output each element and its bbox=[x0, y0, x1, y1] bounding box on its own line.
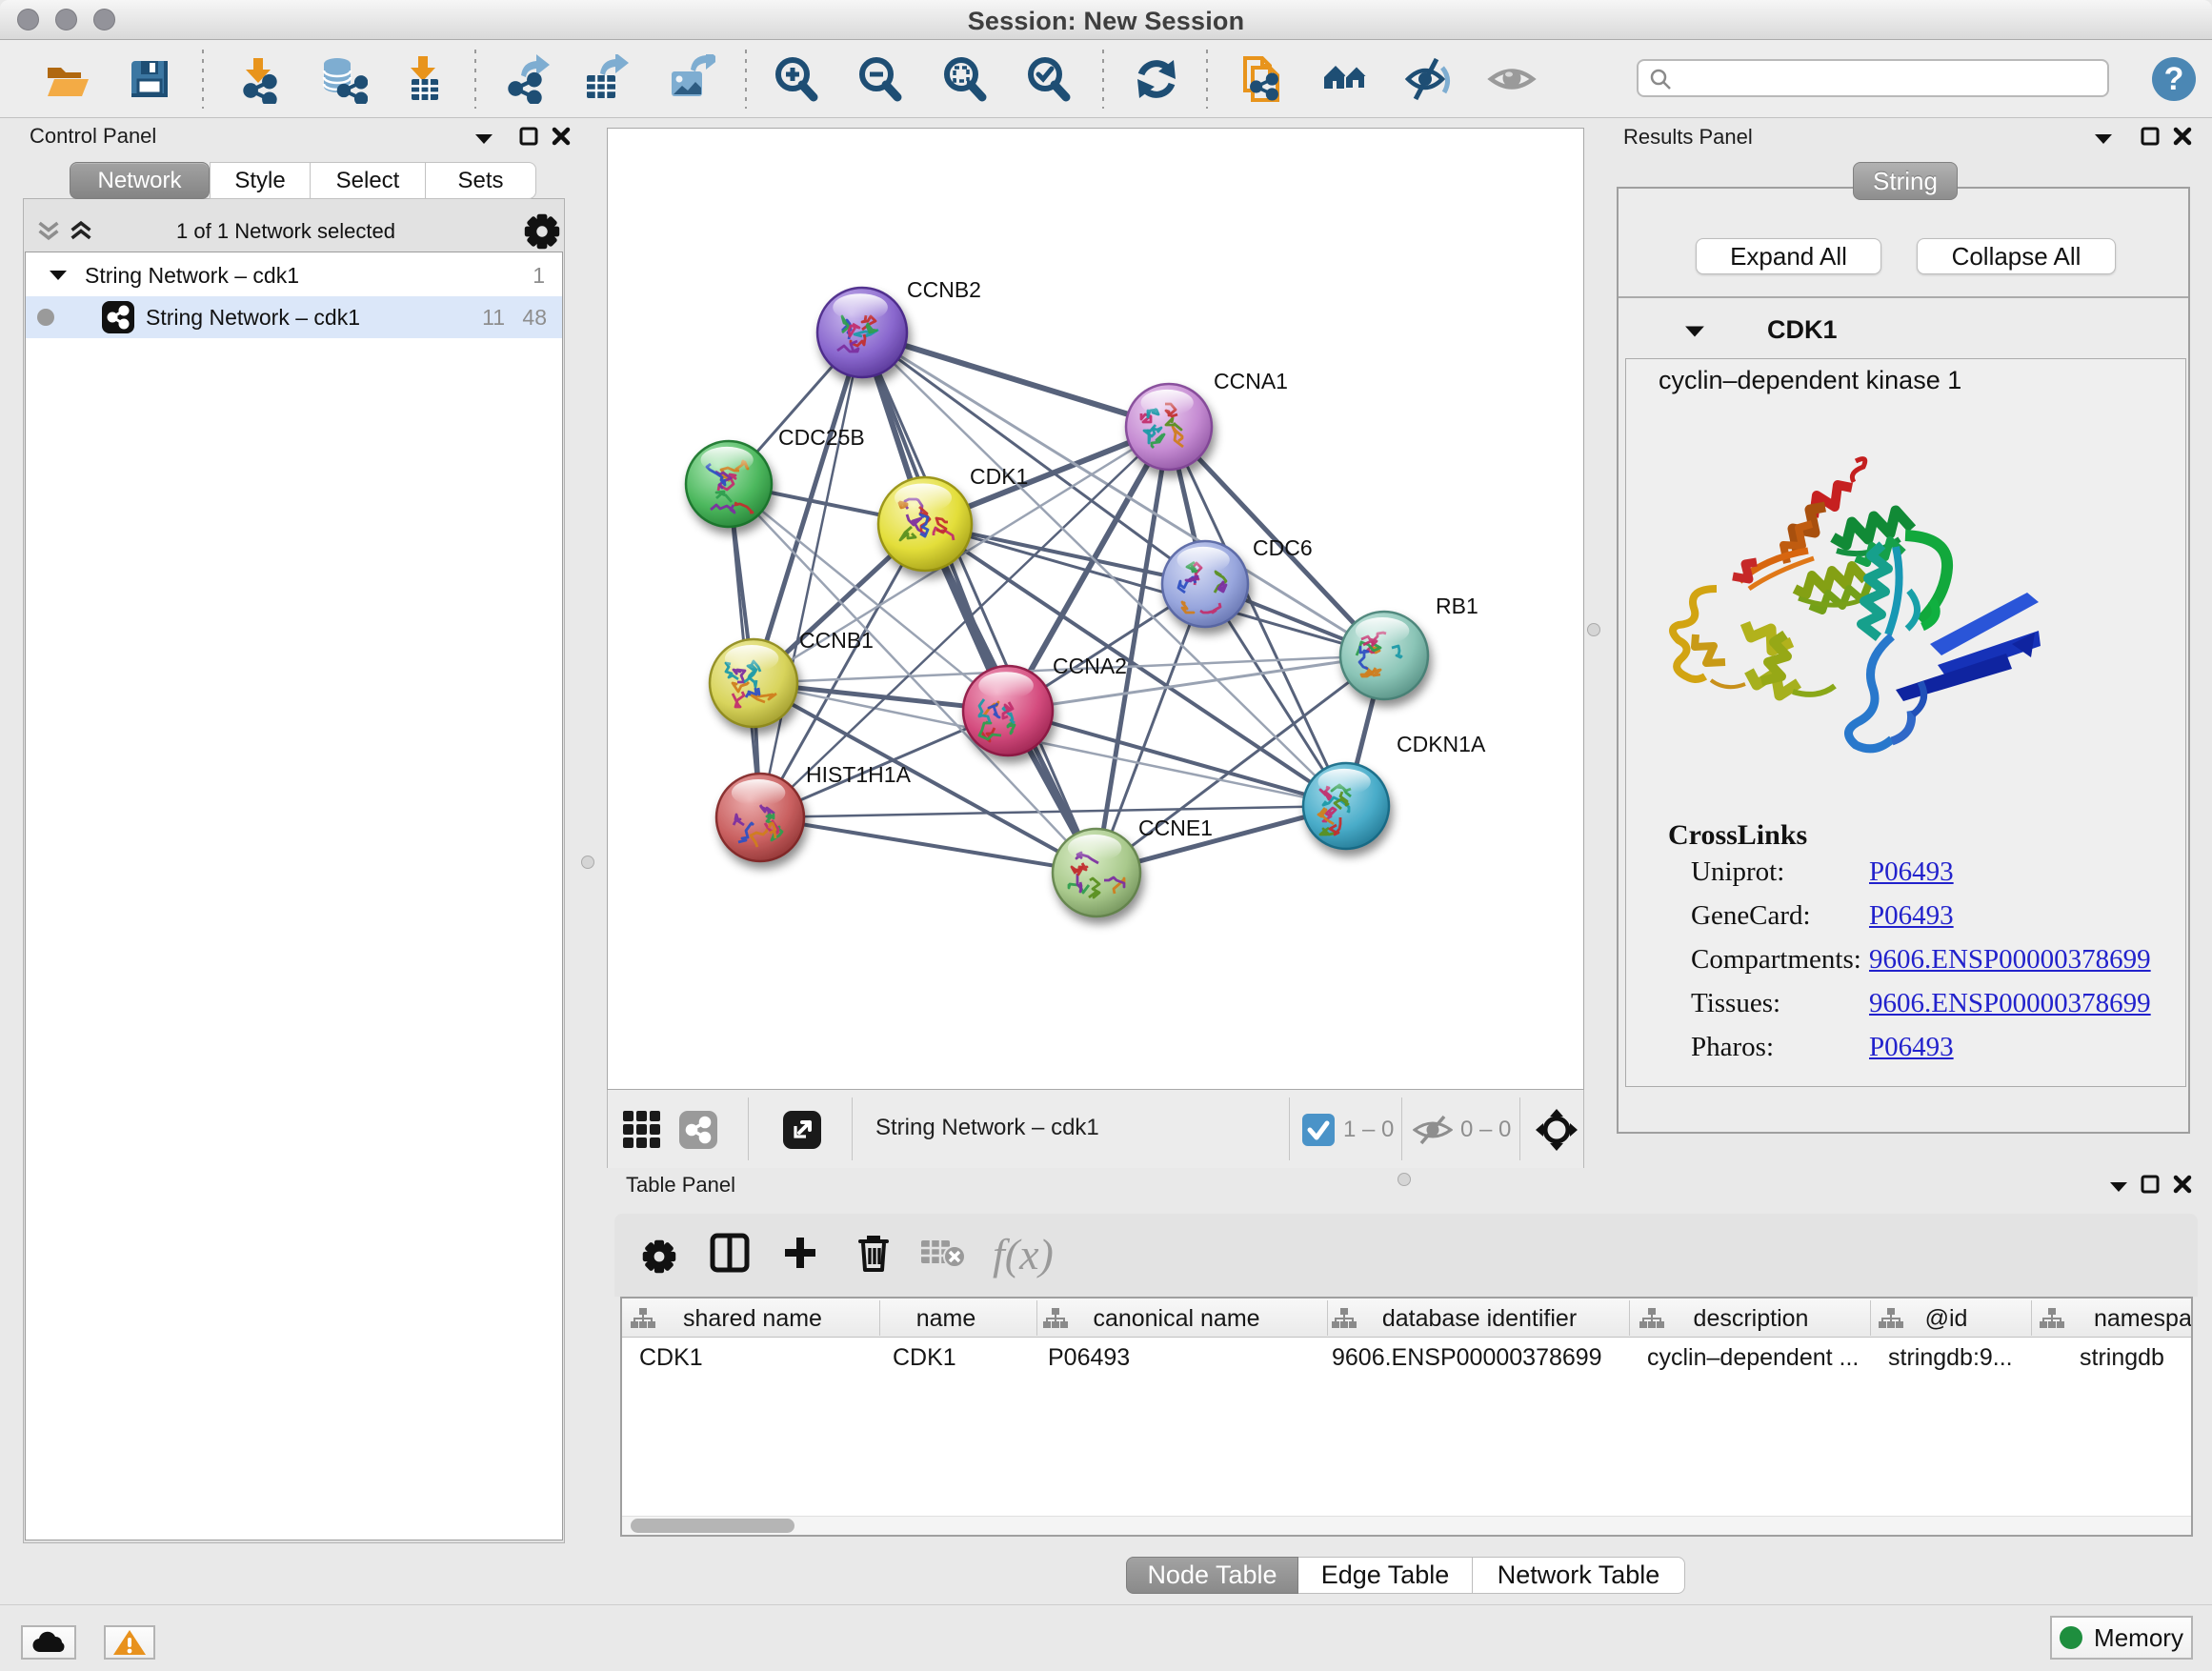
svg-text:RB1: RB1 bbox=[1436, 594, 1478, 618]
svg-text:CDK1: CDK1 bbox=[970, 464, 1028, 489]
svg-text:HIST1H1A: HIST1H1A bbox=[806, 762, 912, 787]
svg-text:?: ? bbox=[2164, 61, 2184, 97]
svg-text:CCNA2: CCNA2 bbox=[1053, 654, 1127, 678]
svg-text:CCNE1: CCNE1 bbox=[1138, 815, 1213, 840]
svg-text:CCNA1: CCNA1 bbox=[1214, 369, 1288, 393]
svg-text:CDKN1A: CDKN1A bbox=[1397, 732, 1486, 756]
svg-text:CCNB2: CCNB2 bbox=[907, 277, 981, 302]
svg-text:CDC6: CDC6 bbox=[1253, 535, 1313, 560]
svg-text:CCNB1: CCNB1 bbox=[799, 628, 874, 653]
svg-text:CDC25B: CDC25B bbox=[778, 425, 865, 450]
